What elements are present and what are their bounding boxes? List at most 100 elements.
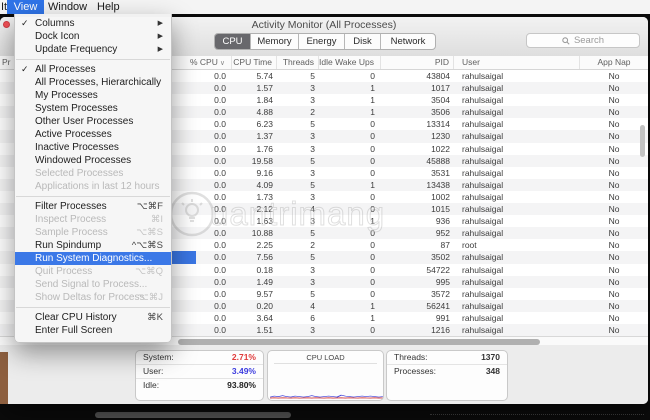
search-placeholder: Search [573, 35, 605, 46]
cell-user: rahulsaigal [462, 276, 504, 287]
cell-threads: 3 [310, 143, 315, 154]
cell-cpu-time: 7.56 [256, 252, 273, 263]
cell-user: rahulsaigal [462, 252, 504, 263]
cell-pid: 936 [435, 216, 450, 227]
sort-descending-icon: ∨ [219, 60, 225, 67]
menu-item-run-system-diagnostics[interactable]: Run System Diagnostics... [15, 252, 171, 265]
cell-cpu-time: 4.88 [256, 107, 273, 118]
cell-threads: 3 [310, 324, 315, 335]
column-header-cpu-time[interactable]: CPU Time [232, 56, 277, 69]
column-header-idle-wake-ups[interactable]: Idle Wake Ups [319, 56, 381, 69]
cell-threads: 3 [310, 191, 315, 202]
cell-idle-wake-ups: 0 [370, 204, 375, 215]
menu-item-send-signal-to-process: Send Signal to Process... [35, 279, 148, 290]
cell-pid: 1230 [431, 131, 450, 142]
horizontal-scrollbar-thumb[interactable] [178, 338, 540, 345]
cell-idle-wake-ups: 1 [370, 216, 375, 227]
menu-item-other-user-processes[interactable]: Other User Processes [15, 115, 171, 128]
cell-pid: 3504 [431, 95, 450, 106]
cell-user: rahulsaigal [462, 312, 504, 323]
menu-item-columns[interactable]: ✓ Columns ▶ [15, 17, 171, 30]
cell-pid: 56241 [426, 300, 450, 311]
menu-item-my-processes[interactable]: My Processes [15, 89, 171, 102]
cell-idle-wake-ups: 0 [370, 276, 375, 287]
stat-processes: Processes: 348 [387, 365, 507, 378]
menubar-item-view[interactable]: View [7, 0, 44, 14]
menu-item-run-spindump[interactable]: Run Spindump ^⌥⌘S [15, 239, 171, 252]
cell-app-nap: No [608, 143, 620, 154]
menu-item-update-frequency[interactable]: Update Frequency ▶ [15, 43, 171, 56]
stat-system: System: 2.71% [136, 351, 263, 365]
menubar-item-window[interactable]: Window [48, 0, 87, 14]
status-footer: System: 2.71% User: 3.49% Idle: 93.80% CPU LO… [0, 345, 648, 404]
column-header-threads[interactable]: Threads [277, 56, 319, 69]
column-header-pid[interactable]: PID [381, 56, 454, 69]
menu-item-filter-processes[interactable]: Filter Processes ⌥⌘F [15, 200, 171, 213]
cell-user: rahulsaigal [462, 95, 504, 106]
cell-idle-wake-ups: 0 [370, 155, 375, 166]
menu-item-dock-icon[interactable]: Dock Icon ▶ [15, 30, 171, 43]
cell-app-nap: No [608, 191, 620, 202]
menu-shortcut: ⌥⌘Q [135, 266, 163, 277]
cell-pid: 13438 [426, 179, 450, 190]
menu-item-all-processes[interactable]: ✓ All Processes [15, 63, 171, 76]
menu-item-active-processes[interactable]: Active Processes [15, 128, 171, 141]
cell-cpu-time: 1.76 [256, 143, 273, 154]
stat-label: Threads: [394, 352, 428, 362]
stat-user: User: 3.49% [136, 365, 263, 379]
cell-user: rahulsaigal [462, 107, 504, 118]
menu-item-windowed-processes[interactable]: Windowed Processes [15, 154, 171, 167]
cell-threads: 3 [310, 167, 315, 178]
vertical-scrollbar[interactable] [639, 125, 645, 157]
cell-cpu-time: 1.37 [256, 131, 273, 142]
tab-memory[interactable]: Memory [251, 34, 299, 49]
stat-label: Processes: [394, 366, 437, 376]
tab-network[interactable]: Network [381, 34, 435, 49]
column-header-user[interactable]: User [454, 56, 580, 69]
menu-item-inactive-processes[interactable]: Inactive Processes [15, 141, 171, 154]
cell-cpu-time: 2.12 [256, 204, 273, 215]
close-button[interactable] [3, 21, 10, 28]
cell-idle-wake-ups: 1 [370, 179, 375, 190]
cell-pid: 995 [435, 276, 450, 287]
cell-pid: 1015 [431, 204, 450, 215]
cell-user: rahulsaigal [462, 119, 504, 130]
menu-separator [15, 56, 171, 63]
cell-app-nap: No [608, 155, 620, 166]
cell-app-nap: No [608, 107, 620, 118]
cell-cpu-time: 2.25 [256, 240, 273, 251]
selected-row-highlight [172, 251, 196, 264]
cell-idle-wake-ups: 0 [370, 143, 375, 154]
cell-user: rahulsaigal [462, 71, 504, 81]
tab-energy[interactable]: Energy [299, 34, 345, 49]
submenu-arrow-icon: ▶ [157, 20, 163, 27]
tab-cpu[interactable]: CPU [215, 34, 251, 49]
cell-pid: 87 [440, 240, 450, 251]
submenu-arrow-icon: ▶ [157, 46, 163, 53]
column-header-app-nap[interactable]: App Nap [580, 56, 648, 69]
cell-idle-wake-ups: 0 [370, 228, 375, 239]
menu-item-system-processes[interactable]: System Processes [15, 102, 171, 115]
cell-idle-wake-ups: 0 [370, 288, 375, 299]
menu-item-enter-full-screen[interactable]: Enter Full Screen [15, 324, 171, 337]
cell-app-nap: No [608, 252, 620, 263]
menu-shortcut: ⌥⌘J [137, 292, 163, 303]
cell-idle-wake-ups: 0 [370, 71, 375, 81]
stat-label: User: [143, 366, 164, 376]
cell-pid: 1022 [431, 143, 450, 154]
menu-item-sample-process: Sample Process ⌥⌘S [35, 227, 163, 238]
menubar-item-help[interactable]: Help [97, 0, 120, 14]
cell-cpu-time: 1.51 [256, 324, 273, 335]
menu-item-selected-processes: Selected Processes [35, 168, 124, 179]
cell-cpu-time: 1.73 [256, 191, 273, 202]
cell-cpu-time: 0.20 [256, 300, 273, 311]
menu-separator [15, 304, 171, 311]
tab-disk[interactable]: Disk [345, 34, 381, 49]
menu-item-all-processes-hierarchically[interactable]: All Processes, Hierarchically [15, 76, 171, 89]
cpu-load-box: CPU LOAD [267, 350, 384, 401]
search-input[interactable]: Search [526, 33, 640, 48]
cell-user: rahulsaigal [462, 83, 504, 94]
cell-app-nap: No [608, 204, 620, 215]
menu-item-clear-cpu-history[interactable]: Clear CPU History ⌘K [15, 311, 171, 324]
cell-cpu-time: 1.49 [256, 276, 273, 287]
